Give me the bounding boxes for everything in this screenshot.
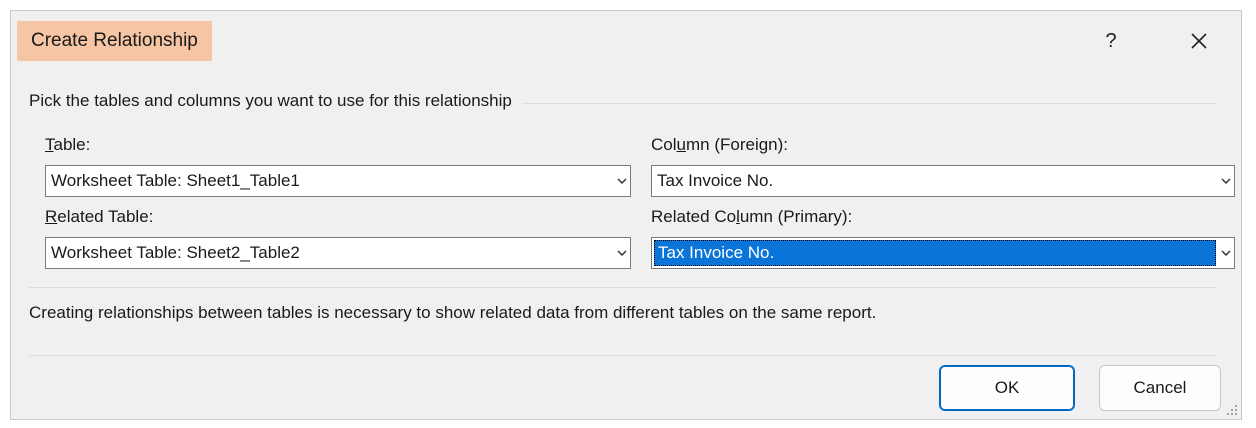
related-table-select-value: Worksheet Table: Sheet2_Table2 (51, 243, 300, 262)
related-column-label: Related Column (Primary): (651, 207, 853, 226)
description-text: Creating relationships between tables is… (29, 303, 877, 322)
cancel-button[interactable]: Cancel (1099, 365, 1221, 411)
table-select-value: Worksheet Table: Sheet1_Table1 (51, 171, 300, 190)
chevron-down-icon[interactable] (1217, 166, 1234, 196)
column-foreign-select-value: Tax Invoice No. (657, 171, 774, 190)
related-table-select[interactable]: Worksheet Table: Sheet2_Table2 (45, 237, 631, 269)
divider (29, 355, 1217, 356)
chevron-down-icon[interactable] (613, 166, 630, 196)
create-relationship-dialog: Create Relationship ? Pick the tables an… (10, 10, 1242, 420)
chevron-down-icon[interactable] (613, 238, 630, 268)
table-select[interactable]: Worksheet Table: Sheet1_Table1 (45, 165, 631, 197)
chevron-down-icon[interactable] (1217, 238, 1234, 268)
close-icon (1191, 33, 1207, 49)
related-table-label: Related Table: (45, 207, 154, 226)
table-label: Table: (45, 135, 91, 154)
resize-grip-icon[interactable] (1224, 402, 1238, 416)
close-button[interactable] (1179, 23, 1219, 59)
dialog-title: Create Relationship (17, 21, 212, 61)
help-button[interactable]: ? (1091, 23, 1131, 59)
divider (29, 287, 1217, 288)
related-column-select-value: Tax Invoice No. (654, 240, 1216, 266)
related-column-select[interactable]: Tax Invoice No. (651, 237, 1235, 269)
title-bar: Create Relationship ? (11, 11, 1241, 71)
group-label: Pick the tables and columns you want to … (29, 91, 522, 111)
column-foreign-select[interactable]: Tax Invoice No. (651, 165, 1235, 197)
ok-button[interactable]: OK (939, 365, 1075, 411)
column-foreign-label: Column (Foreign): (651, 135, 789, 154)
